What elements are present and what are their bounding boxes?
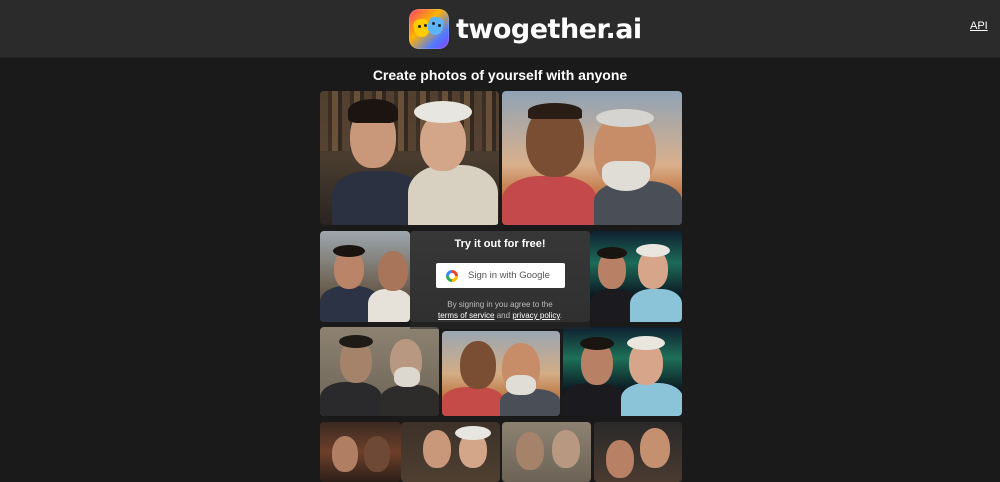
gallery-photo bbox=[502, 422, 591, 482]
legal-and: and bbox=[496, 311, 511, 320]
gallery-photo bbox=[594, 422, 682, 482]
brand-name: twogether.ai bbox=[456, 13, 642, 45]
google-signin-label: Sign in with Google bbox=[468, 270, 550, 281]
api-link[interactable]: API bbox=[970, 20, 988, 32]
legal-prefix: By signing in you agree to the bbox=[447, 300, 553, 309]
theater-masks-icon bbox=[409, 9, 449, 49]
gallery-photo bbox=[401, 422, 500, 482]
legal-period: . bbox=[559, 311, 562, 320]
gallery-photo bbox=[320, 91, 499, 225]
terms-of-service-link[interactable]: terms of service bbox=[438, 311, 494, 320]
page-headline: Create photos of yourself with anyone bbox=[372, 67, 628, 83]
gallery-photo bbox=[442, 331, 560, 416]
signin-title: Try it out for free! bbox=[454, 238, 546, 250]
gallery-photo bbox=[502, 91, 682, 225]
privacy-policy-link[interactable]: privacy policy bbox=[512, 311, 559, 320]
gallery-photo bbox=[563, 327, 682, 416]
gallery-photo bbox=[590, 231, 682, 322]
gallery-photo bbox=[320, 422, 401, 482]
legal-notice: By signing in you agree to the terms of … bbox=[410, 299, 590, 321]
top-bar: twogether.ai API bbox=[0, 0, 1000, 58]
gallery-photo bbox=[320, 231, 410, 322]
google-icon bbox=[446, 269, 458, 282]
google-signin-button[interactable]: Sign in with Google bbox=[436, 263, 565, 288]
gallery-photo bbox=[320, 327, 439, 416]
brand-logo[interactable]: twogether.ai bbox=[409, 8, 642, 50]
